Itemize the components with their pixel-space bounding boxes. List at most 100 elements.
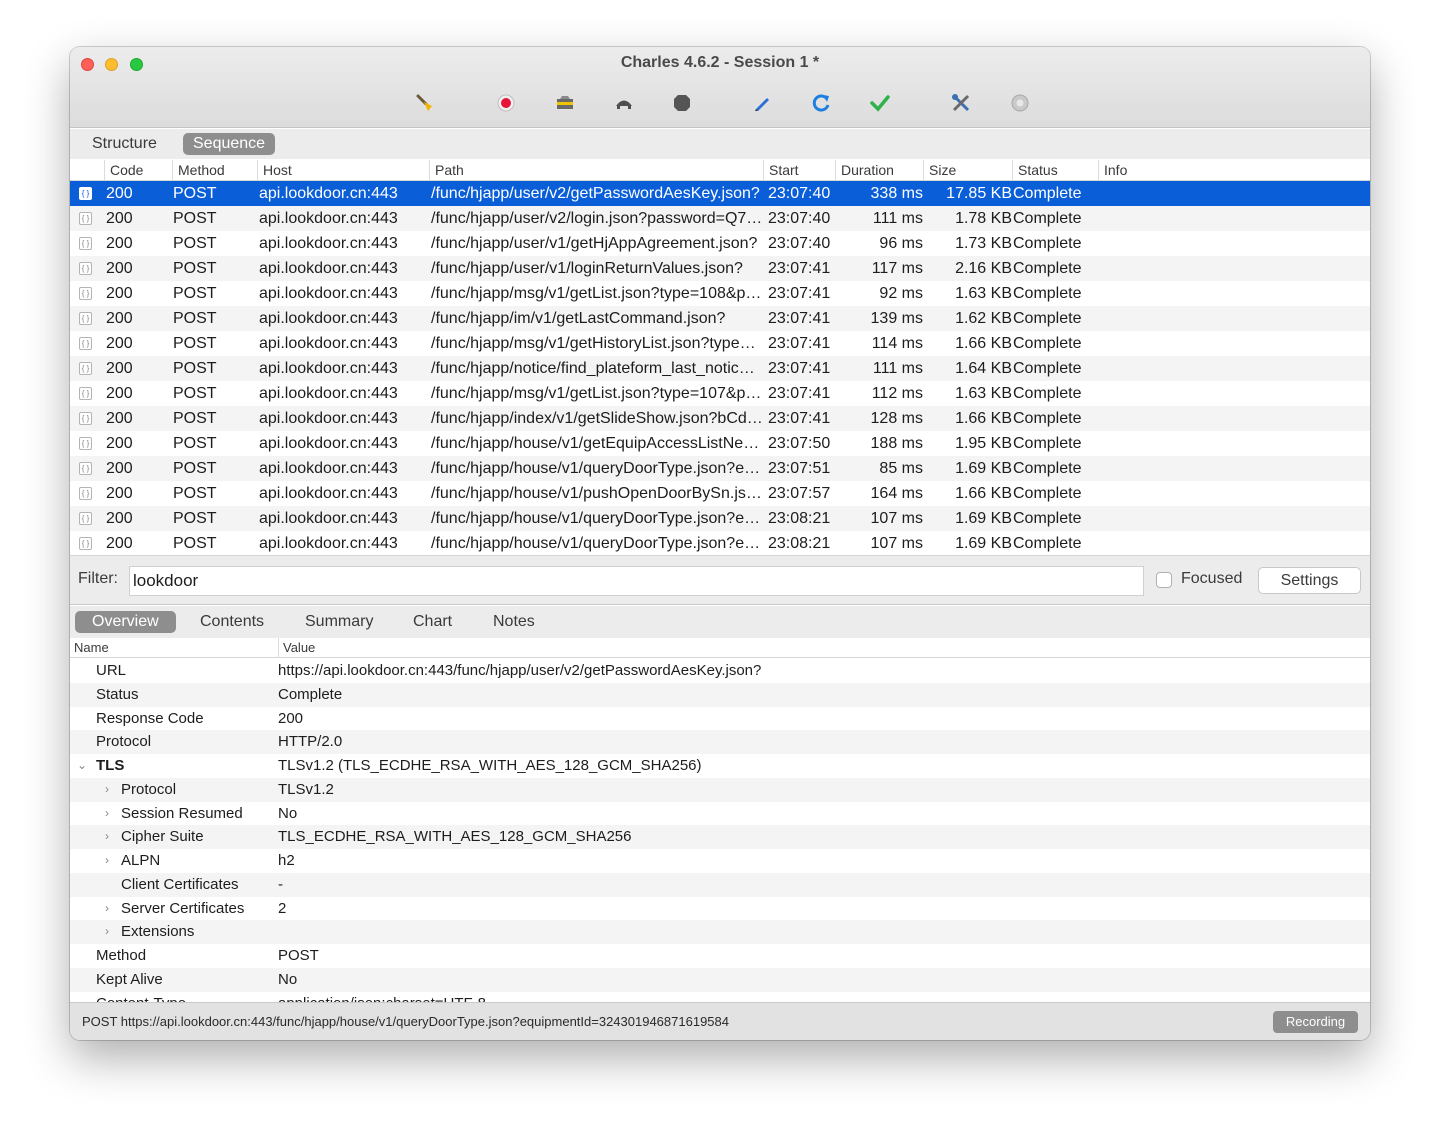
overview-row[interactable]: Method POST xyxy=(70,944,1370,968)
cell-status: Complete xyxy=(1013,285,1082,302)
table-row[interactable]: { } 200 POST api.lookdoor.cn:443/func/hjapp… xyxy=(70,331,1370,356)
overview-name: Kept Alive xyxy=(96,970,163,988)
overview-row[interactable]: › Cipher Suite TLS_ECDHE_RSA_WITH_AES_128_… xyxy=(70,825,1370,849)
tab-summary[interactable]: Summary xyxy=(288,611,390,633)
column-code[interactable]: Code xyxy=(104,160,172,181)
chevron-right-icon[interactable]: › xyxy=(101,778,113,802)
filter-input[interactable]: lookdoor xyxy=(129,566,1144,596)
table-row[interactable]: { } 200 POST api.lookdoor.cn:443/func/hjapp… xyxy=(70,531,1370,556)
column-value[interactable]: Value xyxy=(278,638,315,658)
table-row[interactable]: { } 200 POST api.lookdoor.cn:443/func/hjapp… xyxy=(70,256,1370,281)
broom-icon[interactable] xyxy=(413,91,437,115)
column-info[interactable]: Info xyxy=(1098,160,1370,181)
overview-row[interactable]: Content-Type application/json;charset=UTF… xyxy=(70,992,1370,1003)
chevron-right-icon[interactable]: › xyxy=(101,802,113,826)
overview-row[interactable]: Status Complete xyxy=(70,682,1370,707)
column-size[interactable]: Size xyxy=(923,160,1012,181)
overview-row[interactable]: › Extensions xyxy=(70,920,1370,944)
request-document-icon: { } xyxy=(79,337,92,350)
column-host[interactable]: Host xyxy=(257,160,429,181)
overview-value: POST xyxy=(278,947,319,964)
overview-row[interactable]: › Server Certificates 2 xyxy=(70,897,1370,921)
tab-structure[interactable]: Structure xyxy=(82,133,167,155)
cell-code: 200 xyxy=(106,410,133,427)
refresh-icon[interactable] xyxy=(809,91,833,115)
pen-icon[interactable] xyxy=(750,91,774,115)
overview-row[interactable]: URL https://api.lookdoor.cn:443/func/hjap… xyxy=(70,659,1370,683)
chevron-right-icon[interactable]: › xyxy=(101,849,113,873)
overview-row[interactable]: Kept Alive No xyxy=(70,967,1370,992)
throttle-icon[interactable] xyxy=(553,91,577,115)
cell-path: /func/hjapp/user/v2/login.json?password=… xyxy=(431,210,763,227)
table-row[interactable]: { } 200 POST api.lookdoor.cn:443/func/hjapp… xyxy=(70,206,1370,231)
cell-status: Complete xyxy=(1013,535,1082,552)
chevron-right-icon[interactable]: › xyxy=(101,825,113,849)
record-icon[interactable] xyxy=(494,91,518,115)
cell-path: /func/hjapp/im/v1/getLastCommand.json? xyxy=(431,310,726,327)
chevron-down-icon[interactable]: ⌄ xyxy=(76,754,88,778)
stop-icon[interactable] xyxy=(670,91,694,115)
tab-sequence[interactable]: Sequence xyxy=(183,133,276,155)
cell-size: 1.66 KB xyxy=(955,485,1012,502)
tab-notes[interactable]: Notes xyxy=(476,611,552,633)
tab-overview[interactable]: Overview xyxy=(75,611,176,633)
table-row[interactable]: { } 200 POST api.lookdoor.cn:443/func/hjapp… xyxy=(70,406,1370,431)
cell-host: api.lookdoor.cn:443 xyxy=(259,260,398,277)
cell-size: 1.64 KB xyxy=(955,360,1012,377)
chevron-right-icon[interactable]: › xyxy=(101,897,113,921)
cell-status: Complete xyxy=(1013,485,1082,502)
column-duration[interactable]: Duration xyxy=(835,160,923,181)
cell-size: 1.69 KB xyxy=(955,535,1012,552)
overview-name: Server Certificates xyxy=(121,899,245,917)
cell-duration: 188 ms xyxy=(870,435,923,452)
table-row[interactable]: { } 200 POST api.lookdoor.cn:443/func/hjapp… xyxy=(70,481,1370,506)
table-row[interactable]: { } 200 POST api.lookdoor.cn:443/func/hjapp… xyxy=(70,281,1370,306)
overview-row[interactable]: › Protocol TLSv1.2 xyxy=(70,777,1370,802)
tab-chart[interactable]: Chart xyxy=(396,611,469,633)
focused-label[interactable]: Focused xyxy=(1181,570,1242,588)
request-document-icon: { } xyxy=(79,312,92,325)
overview-row[interactable]: Client Certificates - xyxy=(70,872,1370,897)
cell-start: 23:07:41 xyxy=(768,360,831,377)
overview-row[interactable]: Protocol HTTP/2.0 xyxy=(70,730,1370,754)
table-row[interactable]: { } 200 POST api.lookdoor.cn:443/func/hjapp… xyxy=(70,181,1370,206)
title-bar: Charles 4.6.2 - Session 1 * xyxy=(70,47,1370,128)
request-document-icon: { } xyxy=(79,437,92,450)
table-row[interactable]: { } 200 POST api.lookdoor.cn:443/func/hjapp… xyxy=(70,506,1370,531)
focused-checkbox[interactable] xyxy=(1156,572,1172,588)
table-row[interactable]: { } 200 POST api.lookdoor.cn:443/func/hjapp… xyxy=(70,356,1370,381)
chevron-right-icon[interactable]: › xyxy=(101,920,113,944)
column-method[interactable]: Method xyxy=(172,160,256,181)
column-name[interactable]: Name xyxy=(74,638,109,658)
overview-row[interactable]: › ALPN h2 xyxy=(70,849,1370,873)
cell-method: POST xyxy=(173,235,217,252)
column-start[interactable]: Start xyxy=(763,160,835,181)
overview-row[interactable]: › Session Resumed No xyxy=(70,802,1370,826)
settings-gear-icon[interactable] xyxy=(1008,91,1032,115)
tab-contents[interactable]: Contents xyxy=(183,611,281,633)
cell-status: Complete xyxy=(1013,435,1082,452)
overview-row[interactable]: ⌄ TLS TLSv1.2 (TLS_ECDHE_RSA_WITH_AES_128_… xyxy=(70,754,1370,778)
cell-status: Complete xyxy=(1013,210,1082,227)
table-row[interactable]: { } 200 POST api.lookdoor.cn:443/func/hjapp… xyxy=(70,431,1370,456)
recording-badge[interactable]: Recording xyxy=(1273,1011,1358,1033)
tools-icon[interactable] xyxy=(949,91,973,115)
overview-row[interactable]: Response Code 200 xyxy=(70,707,1370,731)
cell-method: POST xyxy=(173,385,217,402)
table-row[interactable]: { } 200 POST api.lookdoor.cn:443/func/hjapp… xyxy=(70,381,1370,406)
table-row[interactable]: { } 200 POST api.lookdoor.cn:443/func/hjapp… xyxy=(70,306,1370,331)
cell-duration: 85 ms xyxy=(879,460,923,477)
turtle-icon[interactable] xyxy=(612,91,636,115)
cell-duration: 107 ms xyxy=(870,510,923,527)
column-status[interactable]: Status xyxy=(1012,160,1098,181)
cell-host: api.lookdoor.cn:443 xyxy=(259,235,398,252)
cell-status: Complete xyxy=(1013,310,1082,327)
overview-name: ALPN xyxy=(121,852,161,869)
check-icon[interactable] xyxy=(868,91,892,115)
cell-path: /func/hjapp/index/v1/getSlideShow.json?b… xyxy=(431,410,763,427)
column-path[interactable]: Path xyxy=(429,160,763,181)
cell-code: 200 xyxy=(106,385,133,402)
settings-button[interactable]: Settings xyxy=(1258,567,1361,594)
table-row[interactable]: { } 200 POST api.lookdoor.cn:443/func/hjapp… xyxy=(70,456,1370,481)
table-row[interactable]: { } 200 POST api.lookdoor.cn:443/func/hjapp… xyxy=(70,231,1370,256)
